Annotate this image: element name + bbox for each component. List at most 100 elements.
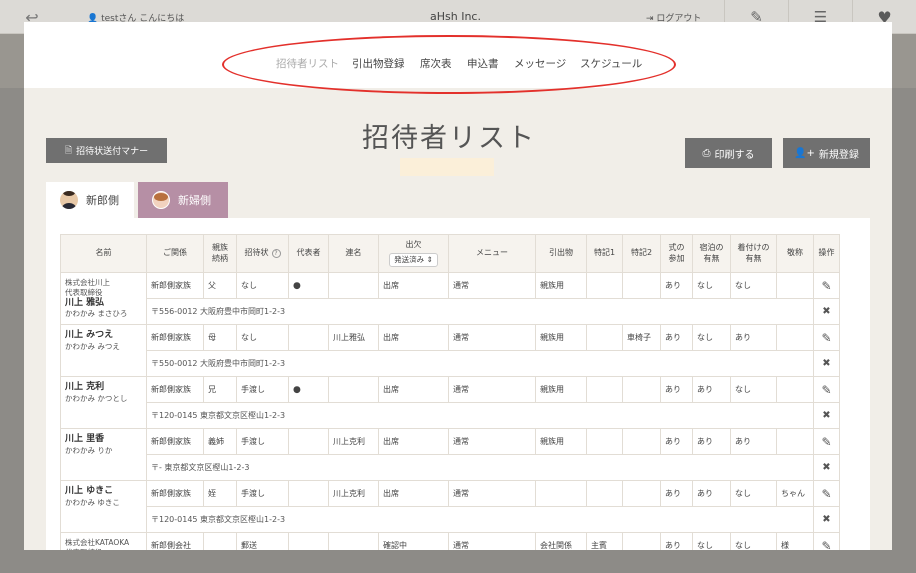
guest-name[interactable]: 川上 克利	[65, 382, 142, 394]
column-header-label: 出欠	[405, 239, 422, 249]
delete-user-icon[interactable]: ✖	[813, 506, 840, 533]
cell-stay: あり	[692, 480, 731, 507]
cell-note1: 主賓	[586, 532, 623, 550]
cell-menu: 通常	[448, 376, 536, 403]
cell-menu: 通常	[448, 532, 536, 550]
guest-kana: かわかみ まさひろ	[65, 309, 128, 319]
cell-invite: なし	[236, 272, 289, 299]
cell-rep	[288, 324, 329, 351]
cell-joint	[328, 532, 379, 550]
tab-bride-side[interactable]: 新婦側	[138, 182, 228, 218]
guest-name[interactable]: 川上 ゆきこ	[65, 486, 142, 498]
cell-note1	[586, 480, 623, 507]
column-header-label: 式の 参加	[668, 242, 685, 263]
cell-relation: 新郎側会社	[146, 532, 204, 550]
cell-invite: 手渡し	[236, 480, 289, 507]
cell-note2	[622, 428, 661, 455]
cell-dress: あり	[730, 428, 777, 455]
guest-name-cell: 川上 ゆきこ かわかみ ゆきこ	[60, 480, 147, 533]
delete-user-icon[interactable]: ✖	[813, 454, 840, 481]
nav-seating-chart[interactable]: 席次表	[420, 56, 452, 71]
guest-kana: かわかみ りか	[65, 445, 113, 455]
column-header: 特記1	[586, 234, 623, 273]
cell-gift: 会社関係	[535, 532, 587, 550]
delete-user-icon[interactable]: ✖	[813, 350, 840, 377]
cell-note1	[586, 428, 623, 455]
cell-note2	[622, 272, 661, 299]
table-row-address: 〒550-0012 大阪府豊中市岡町1-2-3 ✖	[61, 350, 840, 377]
cell-dress: なし	[730, 480, 777, 507]
nav-application-form[interactable]: 申込書	[467, 56, 499, 71]
attendance-filter-select[interactable]: 発送済み ⇕	[389, 253, 438, 268]
edit-row-icon[interactable]: ✎	[813, 376, 840, 403]
edit-row-icon[interactable]: ✎	[813, 272, 840, 299]
column-header-label: 敬称	[787, 248, 803, 258]
cell-gift	[535, 480, 587, 507]
column-header: メニュー	[448, 234, 536, 273]
column-header: 招待状?	[236, 234, 289, 273]
nav-gift-registration[interactable]: 引出物登録	[352, 56, 405, 71]
edit-row-icon[interactable]: ✎	[813, 428, 840, 455]
edit-row-icon[interactable]: ✎	[813, 532, 840, 550]
cell-gift: 親族用	[535, 324, 587, 351]
column-header-label: 代表者	[296, 248, 321, 258]
tab-groom-side[interactable]: 新郎側	[46, 182, 134, 218]
delete-user-icon[interactable]: ✖	[813, 298, 840, 325]
cell-note2	[622, 480, 661, 507]
print-button[interactable]: ⎙ 印刷する	[685, 138, 772, 168]
table-header-row: 名前 ご関係 親族 続柄 招待状? 代表者 連名 出欠 発送済み ⇕ メニュー 引出物 特記1 特記2…	[60, 234, 840, 273]
cell-rep	[288, 480, 329, 507]
nav-guest-list[interactable]: 招待者リスト	[276, 56, 339, 71]
edit-row-icon[interactable]: ✎	[813, 480, 840, 507]
cell-joint	[328, 376, 379, 403]
cell-rep: ●	[288, 272, 329, 299]
table-row-address: 〒- 東京都文京区樫山1-2-3 ✖	[61, 454, 840, 481]
cell-menu: 通常	[448, 272, 536, 299]
cell-honorific	[776, 324, 814, 351]
table-row: 川上 克利 かわかみ かつとし 新郎側家族兄手渡し ● 出席 通常 親族用 あり あり なし ✎	[60, 376, 840, 429]
column-header-label: 着付けの 有無	[737, 242, 770, 263]
invitation-manner-label: 招待状送付マナー	[76, 147, 149, 157]
guest-name[interactable]: 川上 里香	[65, 434, 142, 446]
cell-rep	[288, 532, 329, 550]
table-row: 川上 みつえ かわかみ みつえ 新郎側家族母なし 川上雅弘 出席 通常 親族用 車椅子 あり なし…	[60, 324, 840, 377]
column-header-label: ご関係	[163, 248, 187, 258]
guest-address: 〒556-0012 大阪府豊中市岡町1-2-3	[146, 298, 814, 325]
cell-attend: 出席	[378, 376, 449, 403]
cell-joint: 川上雅弘	[328, 324, 379, 351]
column-header: ご関係	[146, 234, 204, 273]
invitation-manner-button[interactable]: 🗎 招待状送付マナー	[46, 138, 167, 163]
column-header: 引出物	[535, 234, 587, 273]
edit-row-icon[interactable]: ✎	[813, 324, 840, 351]
table-row: 株式会社川上 代表取締役 川上 雅弘 かわかみ まさひろ 新郎側家族父なし ● 出席 通常親…	[60, 272, 840, 325]
cell-dress: なし	[730, 272, 777, 299]
printer-icon: ⎙	[702, 147, 711, 159]
cell-rep: ●	[288, 376, 329, 403]
guest-kana: かわかみ ゆきこ	[65, 497, 120, 507]
nav-schedule[interactable]: スケジュール	[580, 56, 642, 71]
nav-message[interactable]: メッセージ	[514, 56, 566, 71]
guest-name[interactable]: 川上 みつえ	[65, 330, 142, 342]
cell-family: 兄	[203, 376, 237, 403]
delete-user-icon[interactable]: ✖	[813, 402, 840, 429]
cell-gift: 親族用	[535, 376, 587, 403]
guest-address: 〒120-0145 東京都文京区樫山1-2-3	[146, 402, 814, 429]
guest-name[interactable]: 川上 雅弘	[65, 298, 142, 310]
cell-gift: 親族用	[535, 428, 587, 455]
guest-table-container: 名前 ご関係 親族 続柄 招待状? 代表者 連名 出欠 発送済み ⇕ メニュー 引出物 特記1 特記2…	[46, 218, 870, 550]
help-icon[interactable]: ?	[271, 249, 281, 259]
tab-groom-label: 新郎側	[86, 194, 119, 207]
column-header: 操作	[813, 234, 840, 273]
cell-relation: 新郎側家族	[146, 272, 204, 299]
guest-name-cell: 株式会社川上 代表取締役 川上 雅弘 かわかみ まさひろ	[60, 272, 147, 325]
cell-note1	[586, 272, 623, 299]
cell-note2	[622, 376, 661, 403]
cell-honorific	[776, 376, 814, 403]
table-row: 川上 里香 かわかみ りか 新郎側家族 義姉 手渡し 川上克利 出席 通常 親族用 あり あり あり ✎	[60, 428, 840, 481]
new-registration-button[interactable]: 👤+ 新規登録	[783, 138, 870, 168]
cell-stay: あり	[692, 428, 731, 455]
cell-joint: 川上克利	[328, 428, 379, 455]
cell-stay: なし	[692, 532, 731, 550]
column-header-label: 特記2	[630, 248, 653, 258]
column-header: 敬称	[776, 234, 814, 273]
